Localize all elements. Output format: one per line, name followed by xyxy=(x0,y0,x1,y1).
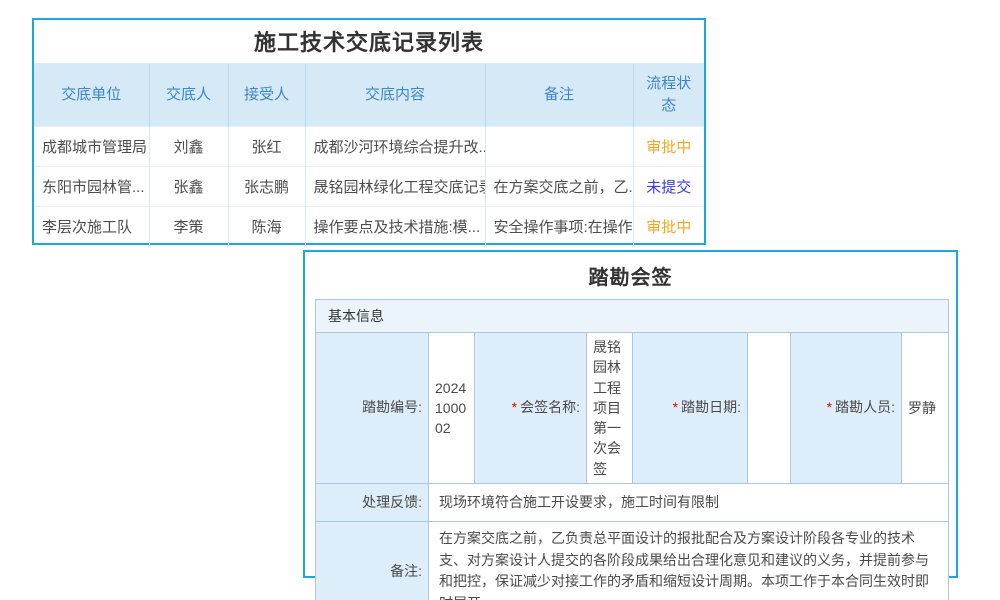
cell-unit: 李层次施工队 xyxy=(34,207,149,247)
signoff-name-label: *会签名称: xyxy=(475,333,587,484)
remark-row: 备注: 在方案交底之前，乙负责总平面设计的报批配合及方案设计阶段各专业的技术支、… xyxy=(316,522,949,600)
remark-label: 备注: xyxy=(316,522,429,600)
status-badge[interactable]: 审批中 xyxy=(633,207,704,247)
table-row[interactable]: 李层次施工队 李策 陈海 操作要点及技术措施:模... 安全操作事项:在操作..… xyxy=(34,207,704,247)
disclosure-list-panel: 施工技术交底记录列表 交底单位 交底人 接受人 交底内容 备注 流程状态 成都城… xyxy=(32,18,706,245)
remark-value: 在方案交底之前，乙负责总平面设计的报批配合及方案设计阶段各专业的技术支、对方案设… xyxy=(429,522,949,600)
col-header-status: 流程状态 xyxy=(633,64,704,127)
col-header-remark: 备注 xyxy=(485,64,633,127)
disclosure-table-header-row: 交底单位 交底人 接受人 交底内容 备注 流程状态 xyxy=(34,64,704,127)
required-asterisk: * xyxy=(512,399,517,415)
survey-no-field[interactable]: 2024100002 xyxy=(429,333,475,484)
disclosure-table: 交底单位 交底人 接受人 交底内容 备注 流程状态 成都城市管理局 刘鑫 张红 … xyxy=(34,64,704,246)
form-fields-row: 踏勘编号: 2024100002 *会签名称: 晟铭园林工程项目第一次会签 *踏… xyxy=(316,333,949,484)
basic-info-section-header: 基本信息 xyxy=(316,300,949,333)
col-header-discloser: 交底人 xyxy=(149,64,228,127)
survey-staff-label-text: 踏勘人员: xyxy=(835,399,895,415)
required-asterisk: * xyxy=(673,399,678,415)
feedback-value: 现场环境符合施工开设要求，施工时间有限制 xyxy=(429,484,949,522)
signoff-name-field[interactable]: 晟铭园林工程项目第一次会签 xyxy=(587,333,633,484)
table-row[interactable]: 东阳市园林管... 张鑫 张志鹏 晟铭园林绿化工程交底记录 在方案交底之前，乙.… xyxy=(34,167,704,207)
status-badge[interactable]: 审批中 xyxy=(633,127,704,167)
cell-content: 操作要点及技术措施:模... xyxy=(305,207,485,247)
feedback-row: 处理反馈: 现场环境符合施工开设要求，施工时间有限制 xyxy=(316,484,949,522)
survey-signoff-title: 踏勘会签 xyxy=(305,252,956,299)
survey-date-label: *踏勘日期: xyxy=(633,333,748,484)
survey-form-table: 基本信息 踏勘编号: 2024100002 *会签名称: 晟铭园林工程项目第一次… xyxy=(315,299,949,600)
table-row[interactable]: 成都城市管理局 刘鑫 张红 成都沙河环境综合提升改... 审批中 xyxy=(34,127,704,167)
survey-signoff-panel: 踏勘会签 基本信息 踏勘编号: 2024100002 *会签名称: 晟铭园林工程… xyxy=(303,250,958,578)
survey-date-field[interactable] xyxy=(748,333,791,484)
cell-content: 晟铭园林绿化工程交底记录 xyxy=(305,167,485,207)
cell-receiver: 张红 xyxy=(228,127,305,167)
cell-remark: 在方案交底之前，乙... xyxy=(485,167,633,207)
cell-unit: 成都城市管理局 xyxy=(34,127,149,167)
col-header-content: 交底内容 xyxy=(305,64,485,127)
col-header-receiver: 接受人 xyxy=(228,64,305,127)
cell-discloser: 李策 xyxy=(149,207,228,247)
signoff-name-label-text: 会签名称: xyxy=(520,399,580,415)
survey-staff-label: *踏勘人员: xyxy=(791,333,902,484)
cell-content: 成都沙河环境综合提升改... xyxy=(305,127,485,167)
survey-staff-field[interactable]: 罗静 xyxy=(902,333,949,484)
cell-unit: 东阳市园林管... xyxy=(34,167,149,207)
cell-receiver: 陈海 xyxy=(228,207,305,247)
cell-discloser: 张鑫 xyxy=(149,167,228,207)
status-badge[interactable]: 未提交 xyxy=(633,167,704,207)
page: 施工技术交底记录列表 交底单位 交底人 接受人 交底内容 备注 流程状态 成都城… xyxy=(0,0,1000,600)
feedback-label: 处理反馈: xyxy=(316,484,429,522)
cell-remark xyxy=(485,127,633,167)
survey-no-label: 踏勘编号: xyxy=(316,333,429,484)
col-header-unit: 交底单位 xyxy=(34,64,149,127)
cell-discloser: 刘鑫 xyxy=(149,127,228,167)
survey-no-label-text: 踏勘编号: xyxy=(362,399,422,415)
form-section-row: 基本信息 xyxy=(316,300,949,333)
disclosure-list-title: 施工技术交底记录列表 xyxy=(34,20,704,64)
cell-remark: 安全操作事项:在操作... xyxy=(485,207,633,247)
cell-receiver: 张志鹏 xyxy=(228,167,305,207)
survey-date-label-text: 踏勘日期: xyxy=(681,399,741,415)
required-asterisk: * xyxy=(827,399,832,415)
